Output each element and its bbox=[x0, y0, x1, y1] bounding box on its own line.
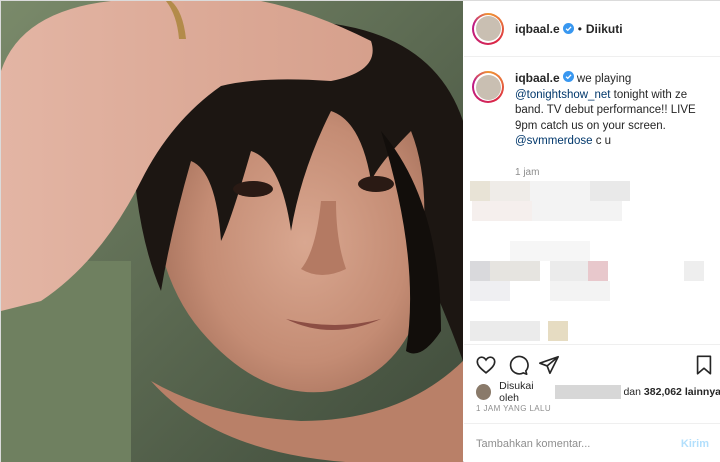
liker-avatar[interactable] bbox=[476, 384, 492, 400]
likes-suffix[interactable]: lainnya bbox=[685, 386, 720, 398]
verified-badge-icon bbox=[562, 71, 574, 82]
bookmark-icon[interactable] bbox=[693, 354, 715, 376]
mention-link[interactable]: @svmmerdose bbox=[515, 135, 593, 147]
mention-link[interactable]: @tonightshow_net bbox=[515, 89, 610, 101]
likes-summary: Disukai oleh dan 382,062 lainnya bbox=[476, 380, 720, 404]
comment-icon[interactable] bbox=[507, 354, 529, 376]
heart-icon[interactable] bbox=[475, 354, 497, 376]
caption-text: we playing bbox=[576, 73, 632, 85]
post-header: iqbaal.e • Diikuti bbox=[464, 1, 720, 57]
caption: iqbaal.e we playing @tonightshow_net ton… bbox=[472, 71, 712, 180]
author-username[interactable]: iqbaal.e bbox=[515, 22, 560, 36]
avatar-image bbox=[475, 16, 501, 41]
action-bar bbox=[464, 344, 720, 384]
post-date[interactable]: 1 JAM YANG LALU bbox=[476, 404, 551, 413]
post-comment-button[interactable]: Kirim bbox=[681, 438, 709, 450]
caption-username[interactable]: iqbaal.e bbox=[515, 71, 560, 85]
caption-avatar[interactable] bbox=[472, 71, 504, 103]
share-icon[interactable] bbox=[538, 354, 560, 376]
likes-connector: dan bbox=[623, 386, 641, 398]
comment-bar: Kirim bbox=[464, 423, 720, 462]
verified-badge-icon bbox=[562, 23, 574, 34]
blurred-comments bbox=[464, 171, 720, 346]
follow-status-button[interactable]: Diikuti bbox=[586, 22, 623, 36]
caption-text: c u bbox=[595, 135, 612, 147]
likes-prefix: Disukai oleh bbox=[499, 380, 534, 404]
post-side-panel: iqbaal.e • Diikuti iqbaal.e we playing @… bbox=[464, 1, 720, 462]
caption-body: iqbaal.e we playing @tonightshow_net ton… bbox=[515, 71, 711, 180]
blurred-liker-name bbox=[555, 385, 622, 399]
selfie-image bbox=[1, 1, 463, 462]
author-avatar[interactable] bbox=[472, 12, 504, 45]
separator: • bbox=[577, 21, 582, 36]
post-photo[interactable] bbox=[1, 1, 463, 462]
comment-input[interactable] bbox=[476, 437, 681, 450]
instagram-post: iqbaal.e • Diikuti iqbaal.e we playing @… bbox=[0, 0, 720, 462]
likes-count[interactable]: 382,062 bbox=[644, 386, 682, 398]
avatar-image bbox=[475, 74, 501, 100]
